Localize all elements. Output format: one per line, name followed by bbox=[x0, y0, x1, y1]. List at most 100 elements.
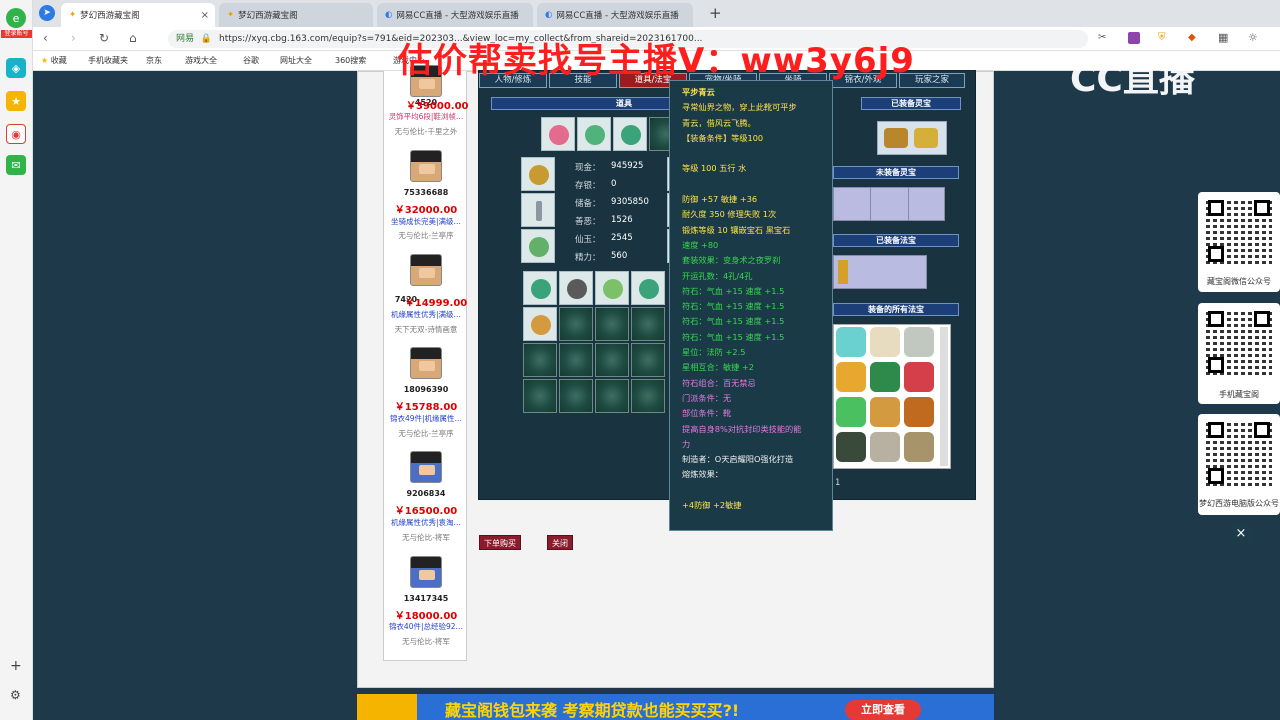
inventory-slot[interactable] bbox=[523, 271, 557, 305]
inventory-slot[interactable] bbox=[595, 343, 629, 377]
fabao-item-icon[interactable] bbox=[870, 362, 900, 392]
qr-card: 手机藏宝阁 bbox=[1198, 303, 1280, 404]
inventory-slot[interactable] bbox=[559, 307, 593, 341]
tab-favicon-icon: ◐ bbox=[545, 10, 553, 20]
listing-item[interactable]: 18096390 ￥15788.00 锦衣49件|机缘属性… 无与伦比-兰亭序 bbox=[384, 347, 468, 447]
tab-cc-2[interactable]: ◐ 网易CC直播 - 大型游戏娱乐直播 bbox=[537, 3, 693, 27]
promo-banner[interactable]: 藏宝阁钱包来袭 考察期贷款也能买买买?! 立即查看 bbox=[357, 694, 994, 720]
shield-icon[interactable]: ⛨ bbox=[1158, 32, 1166, 43]
close-qr-panel-button[interactable]: × bbox=[1230, 523, 1252, 545]
lingbao-slot[interactable] bbox=[877, 121, 947, 155]
site-badge: 网易 bbox=[176, 34, 195, 44]
inventory-slot[interactable] bbox=[595, 307, 629, 341]
helmet-icon bbox=[529, 165, 549, 185]
equip-weapon-slot[interactable] bbox=[521, 193, 555, 227]
item-slot[interactable] bbox=[577, 117, 611, 151]
sidebar-add-icon[interactable]: + bbox=[10, 658, 22, 674]
tab-label: 网易CC直播 - 大型游戏娱乐直播 bbox=[556, 11, 679, 21]
equip-helmet-slot[interactable] bbox=[521, 157, 555, 191]
inventory-slot[interactable] bbox=[631, 343, 665, 377]
inventory-item-icon bbox=[639, 279, 659, 299]
tab-cbg-2[interactable]: ✦ 梦幻西游藏宝阁 bbox=[219, 3, 373, 27]
bookmark-item[interactable]: ★ 收藏 bbox=[41, 55, 67, 66]
buy-button[interactable]: 下单购买 bbox=[479, 535, 521, 550]
inventory-slot[interactable] bbox=[595, 379, 629, 413]
inventory-slot[interactable] bbox=[523, 343, 557, 377]
character-avatar[interactable] bbox=[410, 254, 442, 286]
character-avatar[interactable] bbox=[410, 150, 442, 182]
bookmark-item[interactable]: 网址大全 bbox=[280, 55, 312, 66]
inventory-slot[interactable] bbox=[559, 343, 593, 377]
brightness-icon[interactable]: ☼ bbox=[1248, 31, 1258, 44]
fabao-item-icon[interactable] bbox=[836, 397, 866, 427]
forward-icon[interactable]: › bbox=[71, 31, 76, 45]
inventory-slot[interactable] bbox=[631, 307, 665, 341]
favorites-star-icon[interactable]: ★ bbox=[6, 91, 26, 111]
equipped-fabao-slots[interactable] bbox=[833, 255, 927, 289]
fabao-item-icon[interactable] bbox=[870, 327, 900, 357]
bookmark-item[interactable]: 京东 bbox=[146, 55, 162, 66]
listing-item[interactable]: 9206834 ￥16500.00 机缘属性优秀|袁淘… 无与伦比-将军 bbox=[384, 451, 468, 551]
inventory-slot[interactable] bbox=[523, 379, 557, 413]
listing-item[interactable]: 13417345 ￥18000.00 锦衣40件|总经验92… 无与伦比-将军 bbox=[384, 556, 468, 656]
fabao-item-icon[interactable] bbox=[904, 362, 934, 392]
fabao-item-icon[interactable] bbox=[870, 432, 900, 462]
inventory-slot[interactable] bbox=[631, 271, 665, 305]
fabao-item-icon[interactable] bbox=[836, 327, 866, 357]
inventory-slot[interactable] bbox=[631, 379, 665, 413]
tab-favicon-icon: ✦ bbox=[227, 10, 235, 20]
inventory-item-icon bbox=[531, 315, 551, 335]
mail-icon[interactable]: ✉ bbox=[6, 155, 26, 175]
banner-cta-button[interactable]: 立即查看 bbox=[845, 700, 921, 720]
extension-icon[interactable] bbox=[1128, 32, 1140, 44]
listing-price: ￥16500.00 bbox=[394, 506, 458, 517]
fabao-item-icon[interactable] bbox=[904, 432, 934, 462]
listing-item[interactable]: 7420 ￥14999.00 机缘属性优秀|满级… 天下无双-诗情画意 bbox=[384, 254, 468, 354]
bookmark-item[interactable]: 游戏大全 bbox=[185, 55, 217, 66]
inventory-slot[interactable] bbox=[559, 271, 593, 305]
fabao-item-icon[interactable] bbox=[836, 432, 866, 462]
character-avatar[interactable] bbox=[410, 451, 442, 483]
character-avatar[interactable] bbox=[410, 556, 442, 588]
fox-icon[interactable]: ◆ bbox=[1188, 32, 1196, 43]
listing-item[interactable]: 75336688 ￥32000.00 坐骑成长完美|满级… 无与伦比-兰亭序 bbox=[384, 150, 468, 250]
browser-logo-icon[interactable]: e bbox=[6, 8, 26, 28]
grid-icon[interactable]: ▦ bbox=[1218, 31, 1228, 44]
tab-favicon-icon: ◐ bbox=[385, 10, 393, 20]
cut-icon[interactable]: ✂ bbox=[1098, 32, 1106, 43]
inventory-slot[interactable] bbox=[559, 379, 593, 413]
character-avatar[interactable] bbox=[410, 347, 442, 379]
tab-cbg-1[interactable]: ✦ 梦幻西游藏宝阁 × bbox=[61, 3, 215, 27]
tab-cc-1[interactable]: ◐ 网易CC直播 - 大型游戏娱乐直播 bbox=[377, 3, 533, 27]
settings-icon[interactable]: ⚙ bbox=[10, 688, 21, 702]
tooltip-line bbox=[682, 146, 820, 161]
weibo-icon[interactable]: ◉ bbox=[6, 124, 26, 144]
home-icon[interactable]: ⌂ bbox=[129, 31, 137, 45]
fabao-item-icon[interactable] bbox=[904, 327, 934, 357]
close-button[interactable]: 关闭 bbox=[547, 535, 573, 550]
compass-icon[interactable]: ➤ bbox=[39, 5, 55, 21]
bookmark-item[interactable]: 360搜索 bbox=[335, 55, 366, 66]
back-icon[interactable]: ‹ bbox=[43, 31, 48, 45]
necklace-icon bbox=[529, 237, 549, 257]
fabao-item-icon[interactable] bbox=[904, 397, 934, 427]
tab-label: 梦幻西游藏宝阁 bbox=[80, 11, 140, 21]
reload-icon[interactable]: ↻ bbox=[99, 31, 109, 45]
item-slot[interactable] bbox=[613, 117, 647, 151]
unequipped-lingbao-slots[interactable] bbox=[833, 187, 945, 221]
fabao-item-icon[interactable] bbox=[836, 362, 866, 392]
inventory-slot[interactable] bbox=[523, 307, 557, 341]
bookmark-item[interactable]: 手机收藏夹 bbox=[88, 55, 128, 66]
equip-necklace-slot[interactable] bbox=[521, 229, 555, 263]
stat-label: 储备： bbox=[575, 199, 601, 209]
new-tab-button[interactable]: + bbox=[709, 4, 722, 22]
plugin-icon[interactable]: ◈ bbox=[6, 58, 26, 78]
stat-label: 现金： bbox=[575, 163, 601, 173]
inventory-slot[interactable] bbox=[595, 271, 629, 305]
fabao-scrollbar[interactable] bbox=[940, 327, 948, 466]
close-tab-icon[interactable]: × bbox=[201, 10, 209, 21]
bookmark-item[interactable]: 谷歌 bbox=[243, 55, 259, 66]
login-badge[interactable]: 登录账号 bbox=[1, 30, 32, 38]
fabao-item-icon[interactable] bbox=[870, 397, 900, 427]
item-slot[interactable] bbox=[541, 117, 575, 151]
